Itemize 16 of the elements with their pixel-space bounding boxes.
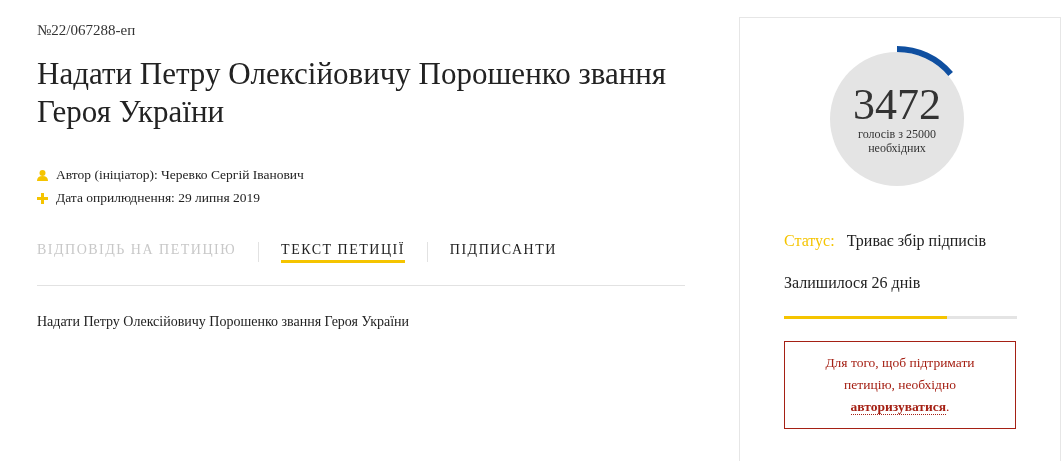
person-icon bbox=[37, 169, 48, 181]
days-remaining: Залишилося 26 днів bbox=[784, 274, 922, 292]
tab[interactable]: ТЕКСТ ПЕТИЦІЇ bbox=[281, 242, 405, 263]
status-label: Статус: bbox=[784, 232, 835, 250]
tab[interactable]: ПІДПИСАНТИ bbox=[449, 242, 557, 263]
petition-text: Надати Петру Олексійовичу Порошенко звання Героя України bbox=[37, 314, 411, 330]
petition-number: №22/067288-еп bbox=[37, 22, 137, 39]
plus-icon bbox=[37, 192, 48, 204]
status-value: Триває збір підписів bbox=[846, 232, 986, 250]
vote-count: 3472 bbox=[853, 83, 941, 127]
gauge-arc bbox=[896, 46, 953, 77]
vote-caption: голосів з 25000 необхідних bbox=[857, 127, 937, 155]
auth-notice: Для того, щоб підтримати петицію, необхідно авторизуватися. bbox=[784, 341, 1016, 429]
petition-title: Надати Петру Олексійовичу Порошенко звання Героя України bbox=[37, 55, 668, 131]
meta-text: Дата оприлюднення: 29 липня 2019 bbox=[56, 190, 261, 206]
meta-text: Автор (ініціатор): Черевко Сергій Іванович bbox=[56, 167, 304, 183]
